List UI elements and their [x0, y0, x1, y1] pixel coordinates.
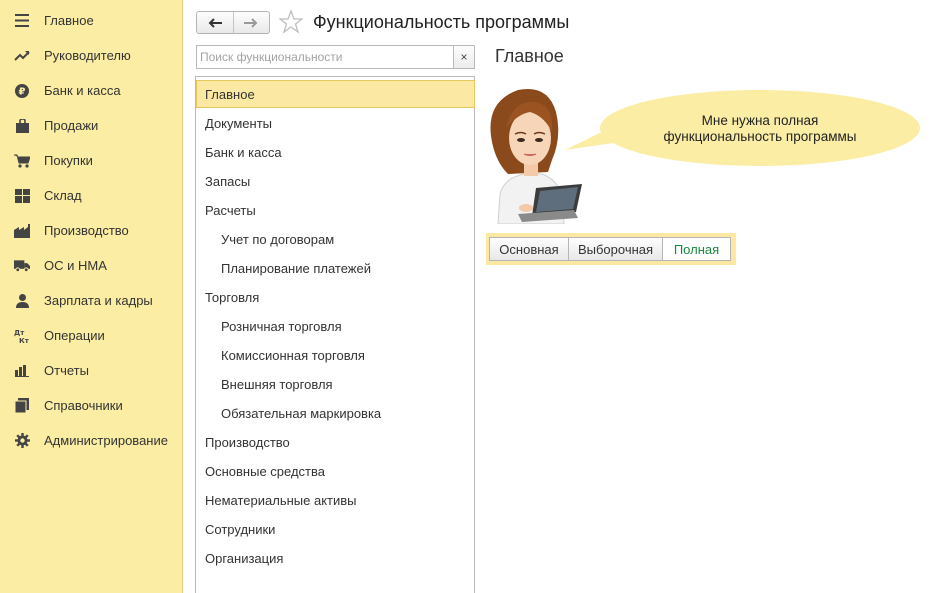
sidebar-item-label: Справочники — [44, 398, 123, 413]
tree-item[interactable]: Обязательная маркировка — [197, 400, 474, 426]
tree-item[interactable]: Сотрудники — [197, 516, 474, 542]
tree-item[interactable]: Запасы — [197, 168, 474, 194]
close-icon: × — [460, 50, 468, 64]
tree-item-label: Комиссионная торговля — [221, 347, 365, 363]
tree-item[interactable]: Планирование платежей — [197, 255, 474, 281]
sidebar-item-operations[interactable]: Дт Кт Операции — [0, 318, 182, 353]
tree-item-label: Банк и касса — [205, 144, 282, 160]
section-title: Главное — [495, 46, 564, 66]
tree-item-label: Учет по договорам — [221, 231, 335, 247]
sidebar-item-label: Главное — [44, 13, 94, 28]
sidebar-item-sales[interactable]: Продажи — [0, 108, 182, 143]
tree-item-label: Основные средства — [205, 463, 325, 479]
mode-switcher: Основная Выборочная Полная — [486, 233, 736, 265]
tree-item-label: Сотрудники — [205, 521, 276, 537]
tree-item-label: Производство — [205, 434, 290, 450]
sidebar: Главное Руководителю ₽ Банк и касса Прод… — [0, 0, 183, 593]
sidebar-item-production[interactable]: Производство — [0, 213, 182, 248]
truck-icon — [14, 258, 30, 274]
tree-item[interactable]: Главное — [196, 80, 475, 108]
favorite-star-icon[interactable] — [278, 9, 304, 34]
tree-item[interactable]: Комиссионная торговля — [197, 342, 474, 368]
forward-button[interactable] — [232, 12, 269, 33]
sidebar-item-warehouse[interactable]: Склад — [0, 178, 182, 213]
ruble-icon: ₽ — [14, 83, 30, 99]
arrow-right-icon — [244, 17, 258, 28]
search-input[interactable] — [196, 45, 454, 69]
svg-text:Кт: Кт — [19, 337, 30, 344]
sidebar-item-main[interactable]: Главное — [0, 3, 182, 38]
sidebar-item-bank[interactable]: ₽ Банк и касса — [0, 73, 182, 108]
gear-icon — [14, 433, 30, 449]
bubble-line-1: Мне нужна полная — [701, 113, 819, 128]
svg-text:Дт: Дт — [14, 329, 25, 337]
sidebar-item-label: Покупки — [44, 153, 93, 168]
bag-icon — [14, 118, 30, 134]
bar-chart-icon — [14, 363, 30, 379]
sidebar-item-label: Продажи — [44, 118, 99, 133]
sidebar-item-manager[interactable]: Руководителю — [0, 38, 182, 73]
mode-selective-button[interactable]: Выборочная — [568, 237, 663, 261]
tree-item[interactable]: Документы — [197, 110, 474, 136]
sidebar-item-catalogs[interactable]: Справочники — [0, 388, 182, 423]
tree-item[interactable]: Производство — [197, 429, 474, 455]
sidebar-item-label: Отчеты — [44, 363, 89, 378]
tree-item-label: Планирование платежей — [221, 260, 371, 276]
tree-item[interactable]: Учет по договорам — [197, 226, 474, 252]
tree-item-label: Организация — [205, 550, 284, 566]
tree-item[interactable]: Торговля — [197, 284, 474, 310]
tree-item-label: Розничная торговля — [221, 318, 342, 334]
tree-item-label: Нематериальные активы — [205, 492, 357, 508]
sidebar-item-reports[interactable]: Отчеты — [0, 353, 182, 388]
mode-full-button[interactable]: Полная — [662, 237, 731, 261]
speech-bubble-text: Мне нужна полная функциональность програ… — [605, 113, 915, 145]
functionality-tree: Главное Документы Банк и касса Запасы Ра… — [195, 76, 475, 593]
sidebar-item-purchases[interactable]: Покупки — [0, 143, 182, 178]
person-icon — [14, 293, 30, 309]
tree-item[interactable]: Внешняя торговля — [197, 371, 474, 397]
cart-icon — [14, 153, 30, 169]
sidebar-item-label: Операции — [44, 328, 105, 343]
sidebar-item-label: Администрирование — [44, 433, 168, 448]
svg-text:₽: ₽ — [19, 86, 26, 97]
navigation-buttons — [196, 11, 270, 34]
tree-item[interactable]: Расчеты — [197, 197, 474, 223]
mode-basic-button[interactable]: Основная — [489, 237, 569, 261]
page-title: Функциональность программы — [313, 12, 570, 32]
tree-item-label: Внешняя торговля — [221, 376, 333, 392]
tree-item-label: Главное — [205, 86, 255, 102]
factory-icon — [14, 223, 30, 239]
tree-item[interactable]: Нематериальные активы — [197, 487, 474, 513]
tree-item-label: Расчеты — [205, 202, 256, 218]
tree-item[interactable]: Организация — [197, 545, 474, 571]
sidebar-item-assets[interactable]: ОС и НМА — [0, 248, 182, 283]
books-icon — [14, 398, 30, 414]
trend-icon — [14, 48, 30, 64]
sidebar-item-label: ОС и НМА — [44, 258, 107, 273]
sidebar-item-label: Руководителю — [44, 48, 131, 63]
warehouse-icon — [14, 188, 30, 204]
sidebar-item-salary[interactable]: Зарплата и кадры — [0, 283, 182, 318]
back-button[interactable] — [197, 12, 233, 33]
sidebar-item-label: Производство — [44, 223, 129, 238]
dt-kt-icon: Дт Кт — [14, 328, 30, 344]
sidebar-item-admin[interactable]: Администрирование — [0, 423, 182, 458]
menu-icon — [14, 13, 30, 29]
tree-item-label: Запасы — [205, 173, 251, 189]
arrow-left-icon — [208, 17, 222, 28]
bubble-line-2: функциональность программы — [663, 129, 857, 144]
sidebar-item-label: Банк и касса — [44, 83, 121, 98]
tree-item-label: Торговля — [205, 289, 260, 305]
tree-item-label: Обязательная маркировка — [221, 405, 382, 421]
sidebar-item-label: Зарплата и кадры — [44, 293, 153, 308]
tree-item[interactable]: Розничная торговля — [197, 313, 474, 339]
tree-item[interactable]: Основные средства — [197, 458, 474, 484]
sidebar-item-label: Склад — [44, 188, 82, 203]
clear-search-button[interactable]: × — [453, 45, 475, 69]
tree-item-label: Документы — [205, 115, 273, 131]
tree-item[interactable]: Банк и касса — [197, 139, 474, 165]
